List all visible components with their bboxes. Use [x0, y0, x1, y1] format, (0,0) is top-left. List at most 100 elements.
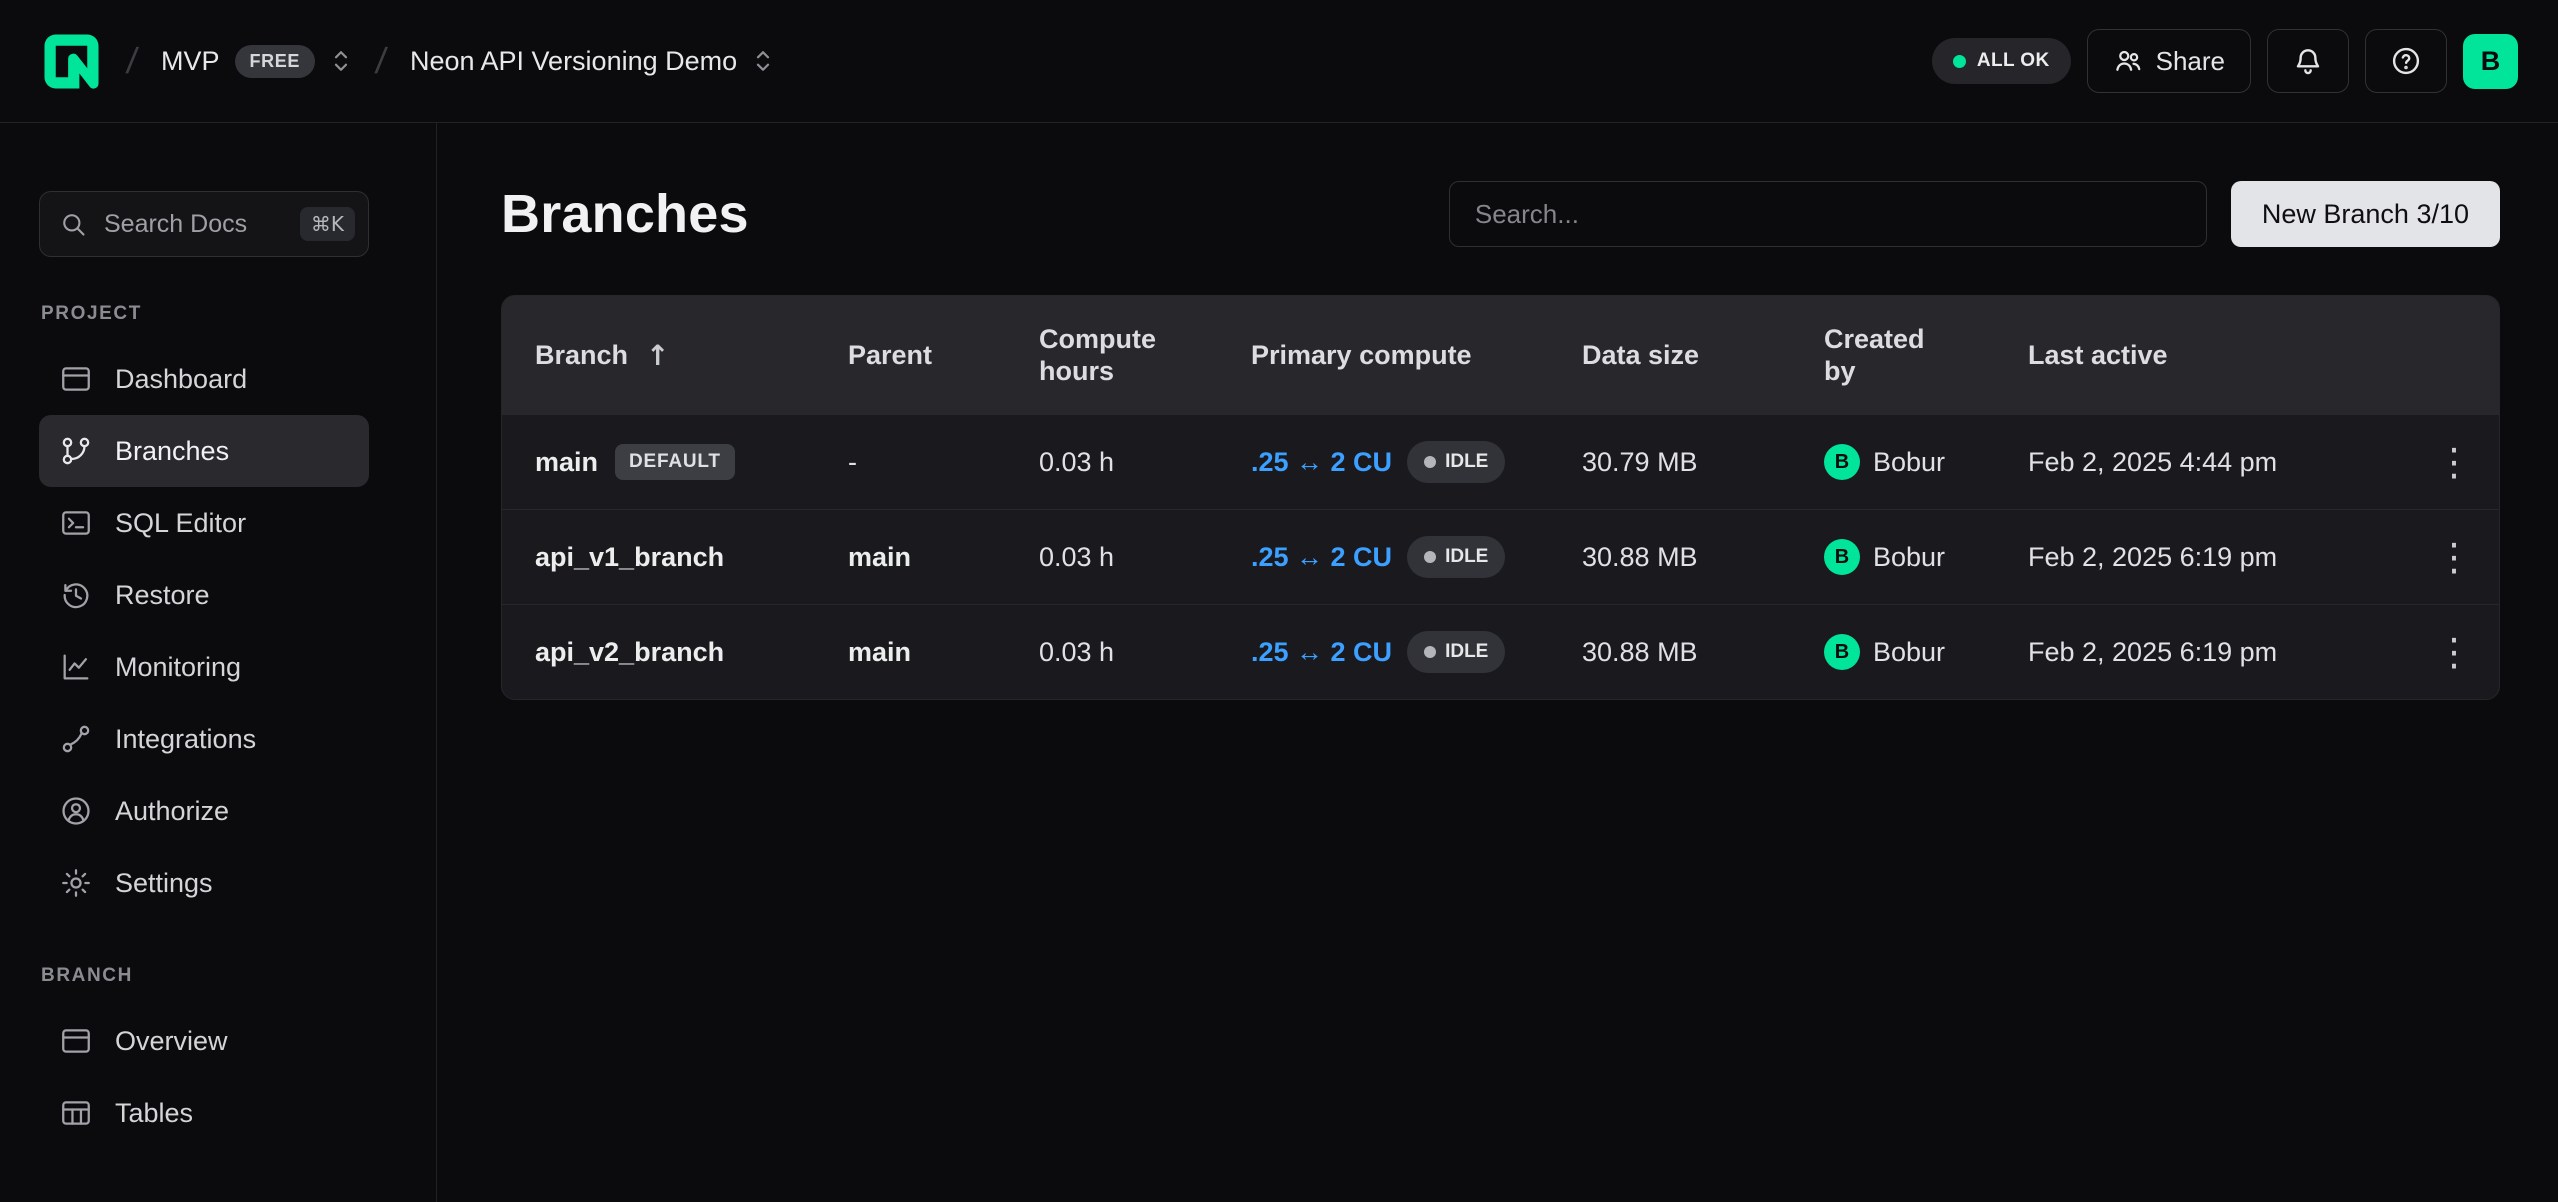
parent-cell: main — [848, 637, 1039, 668]
user-avatar[interactable]: B — [2463, 34, 2518, 89]
layout: Search Docs ⌘K PROJECT Dashboard Branche… — [0, 123, 2558, 1202]
state-dot-icon — [1424, 646, 1436, 658]
breadcrumb-page[interactable]: Neon API Versioning Demo — [410, 46, 774, 77]
creator-name: Bobur — [1873, 542, 1945, 573]
branch-name: main — [535, 447, 598, 478]
branch-cell: main DEFAULT — [502, 444, 848, 480]
top-header: / MVP FREE / Neon API Versioning Demo AL… — [0, 0, 2558, 123]
sidebar-item-authorize[interactable]: Authorize — [39, 775, 369, 847]
compute-state-badge: IDLE — [1407, 441, 1505, 483]
parent-cell: - — [848, 447, 1039, 478]
sidebar-item-settings[interactable]: Settings — [39, 847, 369, 919]
share-button[interactable]: Share — [2087, 29, 2251, 93]
data-size-cell: 30.79 MB — [1582, 447, 1824, 478]
last-active-cell: Feb 2, 2025 6:19 pm — [2028, 542, 2409, 573]
branch-cell: api_v2_branch — [502, 637, 848, 668]
sidebar-item-label: Restore — [115, 580, 210, 611]
creator-name: Bobur — [1873, 447, 1945, 478]
sidebar-item-overview[interactable]: Overview — [39, 1005, 369, 1077]
column-header-compute-hours: Compute hours — [1039, 323, 1251, 388]
compute-size-link[interactable]: .25 ↔ 2 CU — [1251, 542, 1392, 573]
compute-state-badge: IDLE — [1407, 536, 1505, 578]
plan-badge: FREE — [235, 45, 315, 78]
table-row[interactable]: api_v2_branch main 0.03 h .25 ↔ 2 CU IDL… — [502, 604, 2499, 699]
last-active-cell: Feb 2, 2025 6:19 pm — [2028, 637, 2409, 668]
column-header-branch[interactable]: Branch ↑ — [502, 339, 848, 372]
primary-compute-cell: .25 ↔ 2 CU IDLE — [1251, 631, 1582, 673]
created-by-cell: B Bobur — [1824, 634, 2028, 670]
table-row[interactable]: main DEFAULT - 0.03 h .25 ↔ 2 CU IDLE 30… — [502, 414, 2499, 509]
row-menu-button[interactable]: ⋮ — [2435, 538, 2473, 576]
page-name: Neon API Versioning Demo — [410, 46, 737, 77]
bell-icon — [2292, 45, 2324, 77]
column-header-last-active: Last active — [2028, 340, 2409, 371]
sidebar-item-label: Integrations — [115, 724, 256, 755]
column-header-parent: Parent — [848, 340, 1039, 371]
sidebar-item-label: Settings — [115, 868, 213, 899]
help-icon — [2389, 44, 2423, 78]
state-dot-icon — [1424, 551, 1436, 563]
section-label-branch: BRANCH — [41, 965, 436, 987]
sidebar-item-label: SQL Editor — [115, 508, 246, 539]
creator-avatar: B — [1824, 444, 1860, 480]
top-actions: New Branch 3/10 — [1449, 181, 2500, 247]
sidebar-item-tables[interactable]: Tables — [39, 1077, 369, 1149]
header-actions: ALL OK Share — [1932, 29, 2518, 93]
neon-logo[interactable] — [40, 30, 103, 93]
section-label-project: PROJECT — [41, 303, 436, 325]
sidebar-item-monitoring[interactable]: Monitoring — [39, 631, 369, 703]
search-icon — [59, 210, 87, 238]
keyboard-shortcut: ⌘K — [300, 207, 355, 241]
column-header-created-by: Created by — [1824, 323, 2028, 388]
branches-table: Branch ↑ Parent Compute hours Primary co… — [501, 295, 2500, 700]
compute-size-link[interactable]: .25 ↔ 2 CU — [1251, 447, 1392, 478]
notifications-button[interactable] — [2267, 29, 2349, 93]
sidebar-item-integrations[interactable]: Integrations — [39, 703, 369, 775]
sidebar-item-restore[interactable]: Restore — [39, 559, 369, 631]
compute-state-badge: IDLE — [1407, 631, 1505, 673]
default-badge: DEFAULT — [615, 444, 735, 480]
dashboard-icon — [59, 362, 93, 396]
primary-compute-cell: .25 ↔ 2 CU IDLE — [1251, 536, 1582, 578]
sidebar-item-sql-editor[interactable]: SQL Editor — [39, 487, 369, 559]
page-title: Branches — [501, 183, 749, 245]
chevron-updown-icon — [752, 46, 774, 76]
table-header-row: Branch ↑ Parent Compute hours Primary co… — [502, 296, 2499, 414]
branch-cell: api_v1_branch — [502, 542, 848, 573]
integrations-icon — [59, 722, 93, 756]
table-row[interactable]: api_v1_branch main 0.03 h .25 ↔ 2 CU IDL… — [502, 509, 2499, 604]
created-by-cell: B Bobur — [1824, 539, 2028, 575]
sql-editor-icon — [59, 506, 93, 540]
breadcrumb-separator: / — [373, 40, 389, 82]
branch-name: api_v1_branch — [535, 542, 724, 573]
help-button[interactable] — [2365, 29, 2447, 93]
branch-search-input[interactable] — [1449, 181, 2207, 247]
sidebar-item-branches[interactable]: Branches — [39, 415, 369, 487]
search-docs[interactable]: Search Docs ⌘K — [39, 191, 369, 257]
main-content: Branches New Branch 3/10 Branch ↑ Parent… — [437, 123, 2558, 1202]
state-dot-icon — [1424, 456, 1436, 468]
settings-icon — [59, 866, 93, 900]
row-menu-button[interactable]: ⋮ — [2435, 443, 2473, 481]
breadcrumb-project[interactable]: MVP FREE — [161, 45, 352, 78]
last-active-cell: Feb 2, 2025 4:44 pm — [2028, 447, 2409, 478]
compute-size-link[interactable]: .25 ↔ 2 CU — [1251, 637, 1392, 668]
creator-avatar: B — [1824, 634, 1860, 670]
row-menu-button[interactable]: ⋮ — [2435, 633, 2473, 671]
sidebar: Search Docs ⌘K PROJECT Dashboard Branche… — [0, 123, 437, 1202]
compute-hours-cell: 0.03 h — [1039, 542, 1251, 573]
branch-nav: Overview Tables — [39, 1005, 436, 1149]
compute-hours-cell: 0.03 h — [1039, 637, 1251, 668]
share-label: Share — [2156, 46, 2225, 77]
sidebar-item-dashboard[interactable]: Dashboard — [39, 343, 369, 415]
authorize-icon — [59, 794, 93, 828]
breadcrumb: / MVP FREE / Neon API Versioning Demo — [40, 30, 774, 93]
data-size-cell: 30.88 MB — [1582, 637, 1824, 668]
status-pill[interactable]: ALL OK — [1932, 38, 2071, 84]
restore-icon — [59, 578, 93, 612]
data-size-cell: 30.88 MB — [1582, 542, 1824, 573]
breadcrumb-separator: / — [124, 40, 140, 82]
branch-name: api_v2_branch — [535, 637, 724, 668]
new-branch-button[interactable]: New Branch 3/10 — [2231, 181, 2500, 247]
sidebar-item-label: Dashboard — [115, 364, 247, 395]
